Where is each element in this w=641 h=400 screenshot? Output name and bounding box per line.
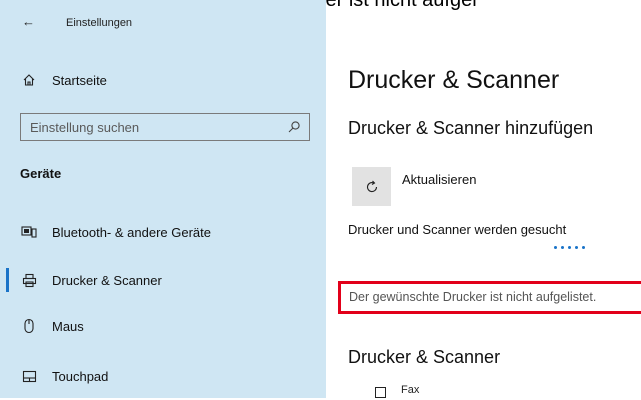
add-section-heading: Drucker & Scanner hinzufügen (348, 118, 594, 138)
search-icon (288, 121, 300, 133)
refresh-icon (366, 180, 377, 192)
settings-sidebar: ← Einstellungen Startseite Einstellung s… (0, 0, 326, 398)
progress-dot (561, 246, 564, 249)
page-title: Drucker & Scanner (348, 66, 560, 94)
refresh-button[interactable] (352, 167, 391, 206)
sidebar-item-label: Bluetooth- & andere Geräte (52, 224, 211, 240)
search-input[interactable]: Einstellung suchen (20, 113, 310, 141)
device-label: Fax (401, 384, 420, 396)
sidebar-item-bluetooth[interactable]: Bluetooth- & andere Geräte (0, 217, 326, 247)
sidebar-item-label: Startseite (52, 72, 107, 88)
mouse-icon (20, 317, 38, 335)
sidebar-item-label: Drucker & Scanner (52, 272, 162, 288)
sidebar-item-label: Maus (52, 318, 84, 334)
back-arrow-icon[interactable]: ← (22, 14, 35, 29)
sidebar-item-touchpad[interactable]: Touchpad (0, 361, 326, 391)
sidebar-item-printers[interactable]: Drucker & Scanner (0, 265, 326, 295)
settings-title: Einstellungen (66, 17, 133, 29)
sidebar-item-mouse[interactable]: Maus (0, 311, 326, 341)
search-placeholder: Einstellung suchen (30, 120, 140, 135)
printers-list-heading: Drucker & Scanner (348, 347, 501, 367)
sidebar-item-label: Touchpad (52, 368, 109, 384)
printer-icon (20, 271, 38, 289)
bluetooth-devices-icon (20, 223, 38, 241)
printer-not-listed-link[interactable]: Der gewünschte Drucker ist nicht aufgeli… (349, 290, 596, 304)
searching-status: Drucker und Scanner werden gesucht (348, 222, 567, 237)
progress-dot (575, 246, 578, 249)
sidebar-item-home[interactable]: Startseite (0, 65, 326, 95)
home-icon (20, 71, 38, 89)
progress-dot (582, 246, 585, 249)
touchpad-icon (20, 367, 38, 385)
progress-dots (554, 246, 585, 249)
section-heading-devices: Geräte (20, 166, 62, 181)
progress-dot (568, 246, 571, 249)
refresh-label[interactable]: Aktualisieren (402, 172, 476, 187)
fax-device-icon (375, 387, 386, 398)
progress-dot (554, 246, 557, 249)
